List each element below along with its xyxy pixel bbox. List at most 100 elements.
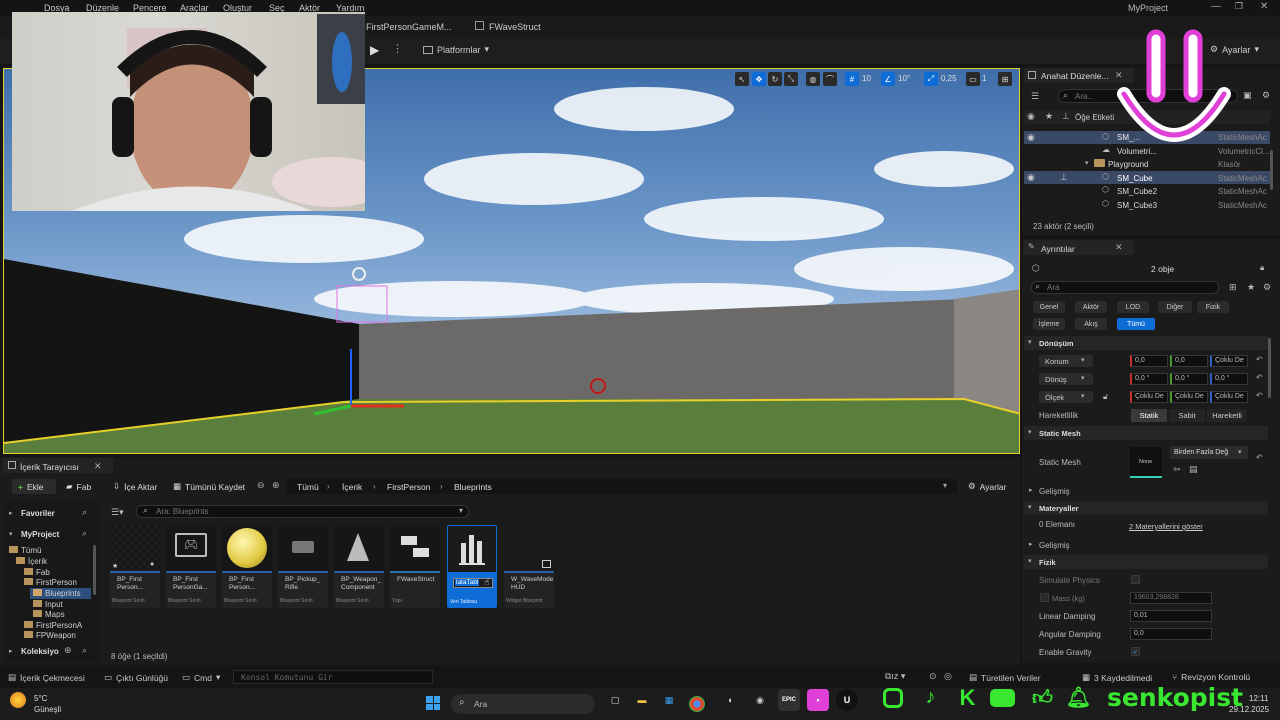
rotation-x-field[interactable]: 0,0 °: [1130, 373, 1168, 385]
trace-icon[interactable]: ⧉ız ▾: [885, 671, 905, 682]
filter-fizik[interactable]: Fizik: [1197, 301, 1229, 313]
reset-icon[interactable]: ↶: [1256, 453, 1263, 462]
advanced-toggle-2[interactable]: Gelişmiş: [1039, 541, 1070, 550]
obs-icon[interactable]: ◐: [720, 689, 742, 711]
chrome-icon[interactable]: [689, 696, 705, 712]
location-x-field[interactable]: 0,0: [1130, 355, 1168, 367]
angle-snap-value[interactable]: 10°: [898, 74, 910, 83]
taskbar-search[interactable]: [451, 694, 595, 714]
tree-item-input[interactable]: Input: [33, 600, 63, 609]
app-pink-icon[interactable]: ▪: [807, 689, 829, 711]
enable-gravity-checkbox[interactable]: ✓: [1131, 647, 1140, 656]
expand-arrow-icon[interactable]: ▸: [1029, 486, 1033, 494]
search-icon[interactable]: ⌕: [82, 645, 87, 656]
chevron-down-icon[interactable]: ▾: [459, 506, 463, 515]
play-icon[interactable]: ▶: [370, 43, 379, 57]
outliner-row-name[interactable]: Playground: [1108, 160, 1148, 169]
reset-icon[interactable]: ↶: [1256, 373, 1263, 382]
tree-item-content[interactable]: İçerik: [16, 557, 47, 566]
chevron-down-icon[interactable]: ▾: [943, 481, 947, 490]
content-browser-close-icon[interactable]: ✕: [94, 461, 102, 472]
task-view-icon[interactable]: ▢: [604, 689, 626, 711]
favorites-label[interactable]: Favoriler: [21, 509, 55, 518]
simulate-physics-checkbox[interactable]: [1131, 575, 1140, 584]
favorite-star-icon[interactable]: ★: [1247, 282, 1255, 293]
visibility-icon[interactable]: ◉: [1027, 132, 1035, 143]
add-button[interactable]: + Ekle: [12, 479, 56, 494]
linear-damping-field[interactable]: 0,01: [1130, 610, 1212, 622]
file-explorer-icon[interactable]: ▬: [631, 689, 653, 711]
search-icon[interactable]: ⌕: [82, 528, 87, 539]
table-view-icon[interactable]: ⊞: [1229, 282, 1237, 293]
unsaved-button[interactable]: ▦ 3 Kaydedilmedi: [1082, 672, 1152, 683]
asset-filter-icon[interactable]: ☰▾: [111, 507, 124, 518]
settings-icon[interactable]: ⚙: [1262, 90, 1270, 101]
tree-item-blueprints[interactable]: Blueprints: [33, 589, 81, 598]
advanced-toggle-1[interactable]: Gelişmiş: [1039, 487, 1070, 496]
pin-icon[interactable]: ⊥: [1060, 172, 1068, 183]
filter-genel[interactable]: Genel: [1033, 301, 1065, 313]
cmd-dropdown[interactable]: ▭ Cmd ▾: [182, 672, 220, 683]
weather-temp[interactable]: 5°C: [34, 694, 47, 703]
location-z-field[interactable]: Çoklu De: [1210, 355, 1248, 367]
minimize-icon[interactable]: —: [1211, 1, 1221, 12]
output-log-button[interactable]: ▭ Çıktı Günlüğü: [104, 672, 168, 683]
outliner-row-name[interactable]: SM_Cube3: [1117, 201, 1157, 210]
expand-arrow-icon[interactable]: ▸: [9, 647, 13, 655]
tree-item-firstpersonarms[interactable]: FirstPersonA: [24, 621, 82, 630]
breadcrumb-item[interactable]: FirstPerson: [387, 482, 430, 492]
rotation-y-field[interactable]: 0,0 °: [1170, 373, 1208, 385]
layout-icon[interactable]: ⊞: [998, 72, 1012, 86]
record-icon[interactable]: ⊙: [929, 671, 937, 682]
lock-icon[interactable]: 🔒︎: [1260, 263, 1264, 273]
collections-label[interactable]: Koleksiyo: [21, 647, 59, 656]
unreal-engine-icon[interactable]: U: [836, 689, 858, 711]
asset-tile[interactable]: FWaveStruct Yapı: [390, 525, 440, 608]
editor-tab-gamemode[interactable]: FirstPersonGameM...: [366, 22, 452, 32]
epic-games-icon[interactable]: EPIC: [778, 689, 800, 711]
asset-tile[interactable]: 🎮︎ BP_First PersonGa... Blueprint Sınıfı: [166, 525, 216, 608]
import-button[interactable]: ⇩ İçe Aktar: [113, 481, 157, 492]
scale-z-field[interactable]: Çoklu De: [1210, 391, 1248, 403]
tree-item-fpweapon[interactable]: FPWeapon: [24, 631, 76, 640]
maximize-icon[interactable]: ❐: [1235, 1, 1243, 12]
outliner-filter-icon[interactable]: ☰: [1031, 91, 1039, 102]
scale-x-field[interactable]: Çoklu De: [1130, 391, 1168, 403]
outliner-row-name[interactable]: SM_Cube2: [1117, 187, 1157, 196]
browse-folder-icon[interactable]: ▤: [1189, 464, 1198, 475]
tray-clock-time[interactable]: 12:11: [1249, 694, 1268, 703]
grid-snap-value[interactable]: 10: [862, 74, 871, 83]
close-icon[interactable]: ✕: [1260, 1, 1268, 12]
rotation-z-field[interactable]: 0,0 °: [1210, 373, 1248, 385]
more-options-icon[interactable]: ⋮: [392, 42, 403, 55]
details-scrollbar[interactable]: [1268, 338, 1271, 398]
expand-arrow-icon[interactable]: ▾: [1085, 159, 1089, 167]
add-collection-icon[interactable]: ⊕: [64, 645, 72, 656]
mobility-static-button[interactable]: Statik: [1131, 409, 1167, 422]
physics-section-header[interactable]: [1024, 555, 1268, 569]
forward-arrow-icon[interactable]: ⊕: [272, 480, 280, 491]
search-icon[interactable]: ⌕: [82, 507, 87, 518]
world-local-icon[interactable]: ◍: [806, 72, 820, 86]
tray-clock-date[interactable]: 29.12.2025: [1229, 705, 1269, 714]
folder-icon[interactable]: ▣: [1243, 90, 1252, 101]
filter-akis[interactable]: Akış: [1075, 318, 1107, 330]
asset-tile[interactable]: W_WaveMode HUD Widget Blueprint: [504, 525, 554, 608]
breadcrumb-item[interactable]: Blueprints: [454, 482, 492, 492]
tree-item-firstperson[interactable]: FirstPerson: [24, 578, 77, 587]
scale-mode-icon[interactable]: ⤡: [784, 72, 798, 86]
tree-item-all[interactable]: Tümü: [9, 546, 41, 555]
content-settings-button[interactable]: ⚙ Ayarlar: [968, 481, 1006, 492]
asset-tile[interactable]: BP_Pickup_ Rifle Blueprint Sınıfı: [278, 525, 328, 608]
asset-tile[interactable]: BP_Weapon_ Component Blueprint Sınıfı: [334, 525, 384, 608]
details-close-icon[interactable]: ✕: [1115, 242, 1123, 253]
steam-icon[interactable]: ◉: [749, 689, 771, 711]
scale-snap-icon[interactable]: ⤢: [924, 72, 938, 86]
mobility-stationary-button[interactable]: Sabit: [1169, 409, 1205, 422]
windows-start-icon[interactable]: [426, 696, 440, 710]
mobility-movable-button[interactable]: Hareketli: [1207, 409, 1247, 422]
content-drawer-button[interactable]: ▤ İçerik Çekmecesi: [8, 672, 85, 683]
revision-control-button[interactable]: ⑂ Revizyon Kontrolü: [1172, 672, 1250, 682]
mass-field[interactable]: 19603,298828: [1130, 592, 1212, 604]
move-mode-icon[interactable]: ✥: [752, 72, 766, 86]
